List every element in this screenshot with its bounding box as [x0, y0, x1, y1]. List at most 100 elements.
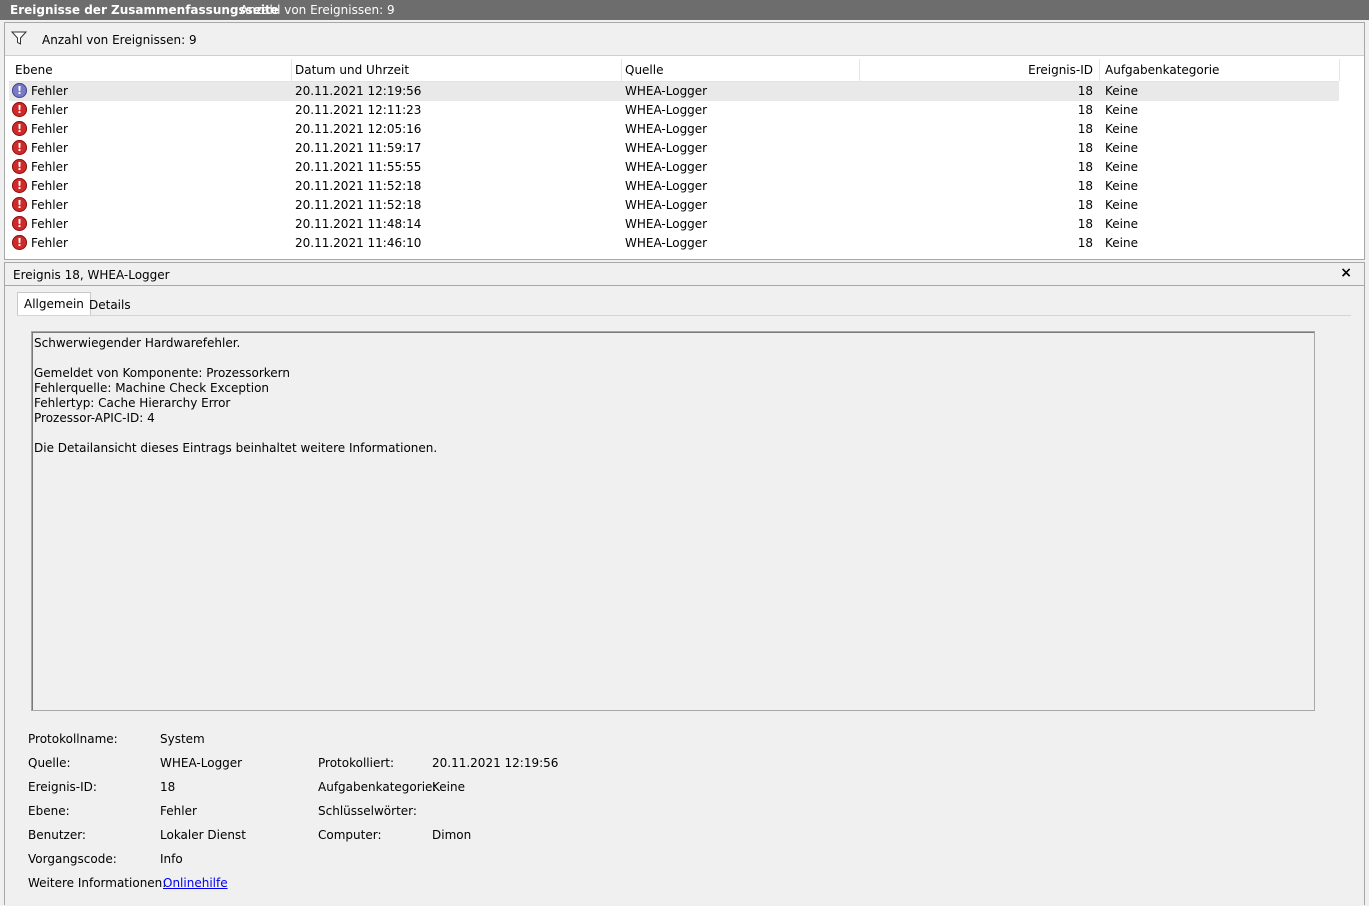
cell-event-id: 18 [1077, 160, 1093, 174]
prop-label-computer: Computer: [318, 828, 382, 842]
error-icon: ! [12, 121, 27, 136]
filter-icon[interactable] [11, 30, 27, 46]
prop-label-more-info: Weitere Informationen: [28, 876, 167, 890]
cell-date: 20.11.2021 12:19:56 [295, 84, 422, 98]
error-icon: ! [12, 140, 27, 155]
cell-level: Fehler [31, 236, 68, 250]
cell-date: 20.11.2021 11:52:18 [295, 198, 422, 212]
error-icon: ! [12, 178, 27, 193]
prop-value-event-id: 18 [160, 780, 176, 794]
cell-level: Fehler [31, 198, 68, 212]
description-line: Fehlerquelle: Machine Check Exception [34, 381, 270, 395]
prop-label-logged: Protokolliert: [318, 756, 395, 770]
cell-category: Keine [1105, 141, 1138, 155]
cell-date: 20.11.2021 11:55:55 [295, 160, 422, 174]
title-text: Ereignisse der Zusammenfassungsseite [10, 3, 279, 17]
cell-category: Keine [1105, 217, 1138, 231]
description-line: Fehlertyp: Cache Hierarchy Error [34, 396, 231, 410]
cell-event-id: 18 [1077, 217, 1093, 231]
prop-label-level: Ebene: [28, 804, 70, 818]
cell-date: 20.11.2021 11:46:10 [295, 236, 422, 250]
cell-date: 20.11.2021 12:11:23 [295, 103, 422, 117]
column-header-event-id[interactable]: Ereignis-ID [1009, 63, 1093, 77]
cell-event-id: 18 [1077, 84, 1093, 98]
prop-label-source: Quelle: [28, 756, 71, 770]
cell-category: Keine [1105, 84, 1138, 98]
description-line: Prozessor-APIC-ID: 4 [34, 411, 155, 425]
prop-label-user: Benutzer: [28, 828, 86, 842]
table-row[interactable]: ! Fehler 20.11.2021 11:52:18 WHEA-Logger… [9, 196, 1339, 215]
table-row[interactable]: ! Fehler 20.11.2021 12:19:56 WHEA-Logger… [9, 82, 1339, 101]
cell-level: Fehler [31, 141, 68, 155]
prop-value-logged: 20.11.2021 12:19:56 [432, 756, 559, 770]
column-header-date[interactable]: Datum und Uhrzeit [295, 63, 409, 77]
column-header-level[interactable]: Ebene [15, 63, 53, 77]
table-row[interactable]: ! Fehler 20.11.2021 11:52:18 WHEA-Logger… [9, 177, 1339, 196]
cell-level: Fehler [31, 160, 68, 174]
error-icon: ! [12, 102, 27, 117]
prop-label-category: Aufgabenkategorie: [318, 780, 437, 794]
table-row[interactable]: ! Fehler 20.11.2021 12:11:23 WHEA-Logger… [9, 101, 1339, 120]
prop-value-level: Fehler [160, 804, 197, 818]
prop-value-logname: System [160, 732, 205, 746]
error-icon: ! [12, 216, 27, 231]
table-row[interactable]: ! Fehler 20.11.2021 11:59:17 WHEA-Logger… [9, 139, 1339, 158]
prop-value-opcode: Info [160, 852, 183, 866]
title-count: Anzahl von Ereignissen: 9 [240, 3, 395, 17]
table-row[interactable]: ! Fehler 20.11.2021 12:05:16 WHEA-Logger… [9, 120, 1339, 139]
table-header: Ebene Datum und Uhrzeit Quelle Ereignis-… [9, 57, 1340, 82]
cell-source: WHEA-Logger [625, 198, 708, 212]
error-icon: ! [12, 235, 27, 250]
cell-event-id: 18 [1077, 141, 1093, 155]
cell-level: Fehler [31, 179, 68, 193]
table-row[interactable]: ! Fehler 20.11.2021 11:48:14 WHEA-Logger… [9, 215, 1339, 234]
prop-value-computer: Dimon [432, 828, 472, 842]
cell-level: Fehler [31, 103, 68, 117]
cell-source: WHEA-Logger [625, 236, 708, 250]
cell-date: 20.11.2021 12:05:16 [295, 122, 422, 136]
description-line: Gemeldet von Komponente: Prozessorkern [34, 366, 291, 380]
cell-level: Fehler [31, 217, 68, 231]
prop-label-keywords: Schlüsselwörter: [318, 804, 417, 818]
close-icon[interactable]: × [1340, 265, 1352, 281]
cell-level: Fehler [31, 122, 68, 136]
cell-date: 20.11.2021 11:52:18 [295, 179, 422, 193]
cell-source: WHEA-Logger [625, 84, 708, 98]
cell-category: Keine [1105, 103, 1138, 117]
filter-count: Anzahl von Ereignissen: 9 [42, 33, 197, 47]
cell-category: Keine [1105, 160, 1138, 174]
cell-event-id: 18 [1077, 103, 1093, 117]
events-table: Ebene Datum und Uhrzeit Quelle Ereignis-… [9, 57, 1340, 253]
cell-source: WHEA-Logger [625, 141, 708, 155]
cell-event-id: 18 [1077, 236, 1093, 250]
cell-category: Keine [1105, 198, 1138, 212]
event-description[interactable]: Schwerwiegender Hardwarefehler. Gemeldet… [31, 331, 1315, 711]
table-body: ! Fehler 20.11.2021 12:19:56 WHEA-Logger… [9, 82, 1339, 253]
tab-general[interactable]: Allgemein [17, 292, 91, 317]
cell-event-id: 18 [1077, 198, 1093, 212]
cell-source: WHEA-Logger [625, 103, 708, 117]
table-row[interactable]: ! Fehler 20.11.2021 11:55:55 WHEA-Logger… [9, 158, 1339, 177]
description-line: Die Detailansicht dieses Eintrags beinha… [34, 441, 438, 455]
cell-date: 20.11.2021 11:48:14 [295, 217, 422, 231]
column-header-source[interactable]: Quelle [625, 63, 663, 77]
error-icon: ! [12, 83, 27, 98]
cell-source: WHEA-Logger [625, 122, 708, 136]
cell-event-id: 18 [1077, 122, 1093, 136]
cell-category: Keine [1105, 122, 1138, 136]
error-icon: ! [12, 197, 27, 212]
cell-source: WHEA-Logger [625, 217, 708, 231]
cell-date: 20.11.2021 11:59:17 [295, 141, 422, 155]
cell-source: WHEA-Logger [625, 160, 708, 174]
table-row[interactable]: ! Fehler 20.11.2021 11:46:10 WHEA-Logger… [9, 234, 1339, 253]
prop-value-source: WHEA-Logger [160, 756, 243, 770]
error-icon: ! [12, 159, 27, 174]
event-detail-panel: Ereignis 18, WHEA-Logger × Allgemein Det… [4, 262, 1365, 906]
prop-value-user: Lokaler Dienst [160, 828, 246, 842]
filter-bar: Anzahl von Ereignissen: 9 [5, 23, 1364, 56]
title-bar: Ereignisse der Zusammenfassungsseite Anz… [0, 0, 1369, 20]
prop-label-event-id: Ereignis-ID: [28, 780, 97, 794]
online-help-link[interactable]: Onlinehilfe [163, 876, 228, 890]
tab-details[interactable]: Details [83, 294, 137, 316]
column-header-category[interactable]: Aufgabenkategorie [1105, 63, 1219, 77]
